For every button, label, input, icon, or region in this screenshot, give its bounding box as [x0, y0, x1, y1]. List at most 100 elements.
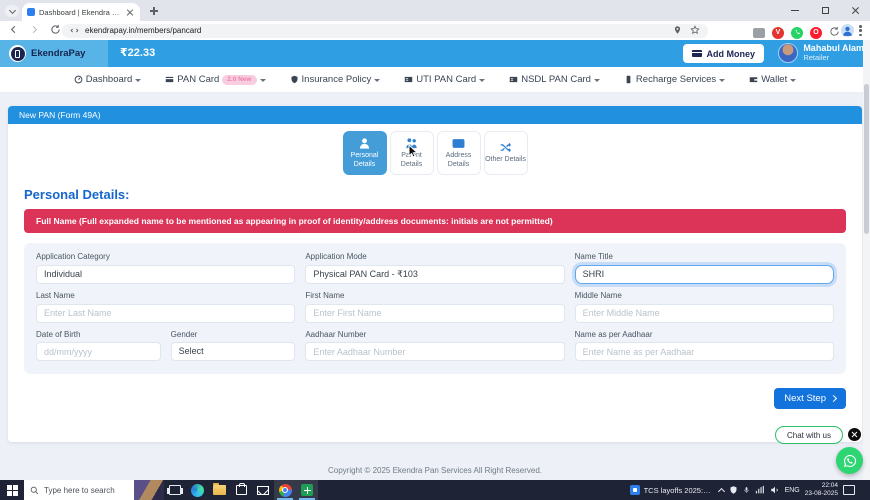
name-as-per-aadhaar-input[interactable] [575, 342, 834, 361]
window-minimize-button[interactable] [780, 0, 810, 21]
mail-icon [257, 486, 269, 495]
start-button[interactable] [0, 480, 24, 500]
page-scrollbar[interactable] [863, 40, 870, 480]
tray-expand-icon[interactable] [718, 487, 725, 494]
news-source-icon [630, 485, 640, 495]
step-address-details[interactable]: Address Details [437, 131, 481, 175]
window-maximize-button[interactable] [810, 0, 840, 21]
window-close-button[interactable] [840, 0, 870, 21]
news-widget-thumbnail[interactable] [134, 480, 164, 500]
application-category-input[interactable] [36, 265, 295, 284]
user-avatar [778, 43, 798, 63]
taskbar-green-app[interactable] [296, 480, 318, 500]
chevron-down-icon [135, 79, 141, 82]
field-date-of-birth: Date of Birth [36, 330, 161, 362]
tab-search-button[interactable] [5, 5, 19, 17]
chat-with-us-button[interactable]: Chat with us [775, 426, 843, 444]
date-of-birth-input[interactable] [36, 342, 161, 361]
browser-profile-avatar[interactable] [841, 24, 854, 37]
chevron-down-icon [790, 79, 796, 82]
field-application-category: Application Category [36, 252, 295, 284]
taskbar-edge[interactable] [186, 480, 208, 500]
clock-time: 22:04 [805, 482, 838, 490]
wallet-icon [749, 75, 758, 84]
nav-item-uti-pan-card[interactable]: UTI PAN Card [404, 74, 485, 85]
windows-taskbar: Type here to search TCS layoffs 2025: Un… [0, 480, 870, 500]
nav-item-recharge-services[interactable]: Recharge Services [624, 74, 725, 85]
taskbar-store[interactable] [230, 480, 252, 500]
bookmark-star-icon[interactable] [690, 22, 700, 40]
green-app-icon [301, 484, 313, 496]
extension-o-icon[interactable]: O [810, 27, 822, 39]
brand-panel[interactable]: EkendraPay [0, 40, 108, 67]
whatsapp-icon [842, 453, 858, 469]
taskbar-mail[interactable] [252, 480, 274, 500]
app-header: EkendraPay ₹22.33 Add Money Mahabul Alam… [0, 40, 870, 67]
search-placeholder: Type here to search [44, 486, 115, 495]
form-title-bar: New PAN (Form 49A) [8, 106, 862, 124]
copyright-footer: Copyright © 2025 Ekendra Pan Services Al… [0, 466, 870, 475]
chat-close-icon[interactable] [848, 428, 861, 441]
security-shield-icon[interactable] [729, 485, 738, 495]
address-bar[interactable]: ekendrapay.in/members/pancard [62, 24, 708, 38]
pan-form-card: New PAN (Form 49A) Personal Details Pare… [8, 106, 862, 442]
forward-icon[interactable] [29, 24, 40, 35]
first-name-input[interactable] [305, 304, 564, 323]
chevron-down-icon [8, 6, 15, 13]
location-icon[interactable] [673, 22, 682, 40]
nav-item-wallet[interactable]: Wallet [749, 74, 796, 85]
taskbar-search[interactable]: Type here to search [24, 480, 134, 500]
nav-item-pan-card[interactable]: PAN Card 2.0 New [165, 74, 265, 85]
language-indicator[interactable]: ENG [785, 487, 800, 494]
name-title-input[interactable] [575, 265, 834, 284]
new-tab-button[interactable] [148, 5, 160, 17]
gender-select[interactable]: Select [171, 342, 296, 361]
taskbar-news[interactable]: TCS layoffs 2025: Uni... [630, 485, 712, 495]
tab-close-icon[interactable] [125, 7, 135, 17]
user-menu[interactable]: Mahabul Alam Retailer [778, 43, 864, 63]
pan-card-icon [165, 75, 174, 84]
task-view-icon [169, 485, 181, 495]
taskbar-chrome[interactable] [274, 480, 296, 500]
dashboard-icon [74, 75, 83, 84]
mobile-icon [624, 75, 633, 84]
back-icon[interactable] [8, 24, 19, 35]
folder-icon [213, 485, 226, 495]
extension-whatsapp-icon[interactable] [791, 27, 803, 39]
browser-toolbar: ekendrapay.in/members/pancard V O [0, 21, 870, 40]
shuffle-icon [499, 141, 512, 154]
add-money-button[interactable]: Add Money [683, 44, 765, 63]
url-text: ekendrapay.in/members/pancard [85, 26, 201, 35]
extension-sync-icon[interactable] [829, 24, 840, 42]
network-icon[interactable] [755, 485, 765, 495]
site-info-icon[interactable] [70, 22, 79, 40]
field-middle-name: Middle Name [575, 291, 834, 323]
reload-icon[interactable] [50, 24, 61, 35]
aadhaar-number-input[interactable] [305, 342, 564, 361]
microphone-icon[interactable] [743, 485, 750, 495]
chevron-down-icon [594, 79, 600, 82]
last-name-input[interactable] [36, 304, 295, 323]
field-last-name: Last Name [36, 291, 295, 323]
middle-name-input[interactable] [575, 304, 834, 323]
nav-item-insurance-policy[interactable]: Insurance Policy [290, 74, 381, 85]
taskbar-clock[interactable]: 22:04 23-08-2025 [805, 482, 838, 498]
step-personal-details[interactable]: Personal Details [343, 131, 387, 175]
task-view-button[interactable] [164, 480, 186, 500]
browser-tab[interactable]: Dashboard | Ekendra Pan Servi [22, 3, 140, 21]
browser-menu-icon[interactable] [859, 25, 862, 36]
extension-v-icon[interactable]: V [772, 27, 784, 39]
whatsapp-button[interactable] [836, 447, 863, 474]
personal-details-form: Application Category Application Mode Na… [24, 243, 846, 374]
nav-item-dashboard[interactable]: Dashboard [74, 74, 141, 85]
scrollbar-thumb[interactable] [864, 84, 869, 234]
step-other-details[interactable]: Other Details [484, 131, 528, 175]
clock-date: 23-08-2025 [805, 490, 838, 498]
application-mode-input[interactable] [305, 265, 564, 284]
taskbar-file-explorer[interactable] [208, 480, 230, 500]
volume-icon[interactable] [770, 485, 780, 495]
action-center-icon[interactable] [843, 485, 855, 495]
nav-item-nsdl-pan-card[interactable]: NSDL PAN Card [509, 74, 600, 85]
next-step-button[interactable]: Next Step [774, 388, 846, 409]
extension-media-icon[interactable] [753, 28, 765, 38]
